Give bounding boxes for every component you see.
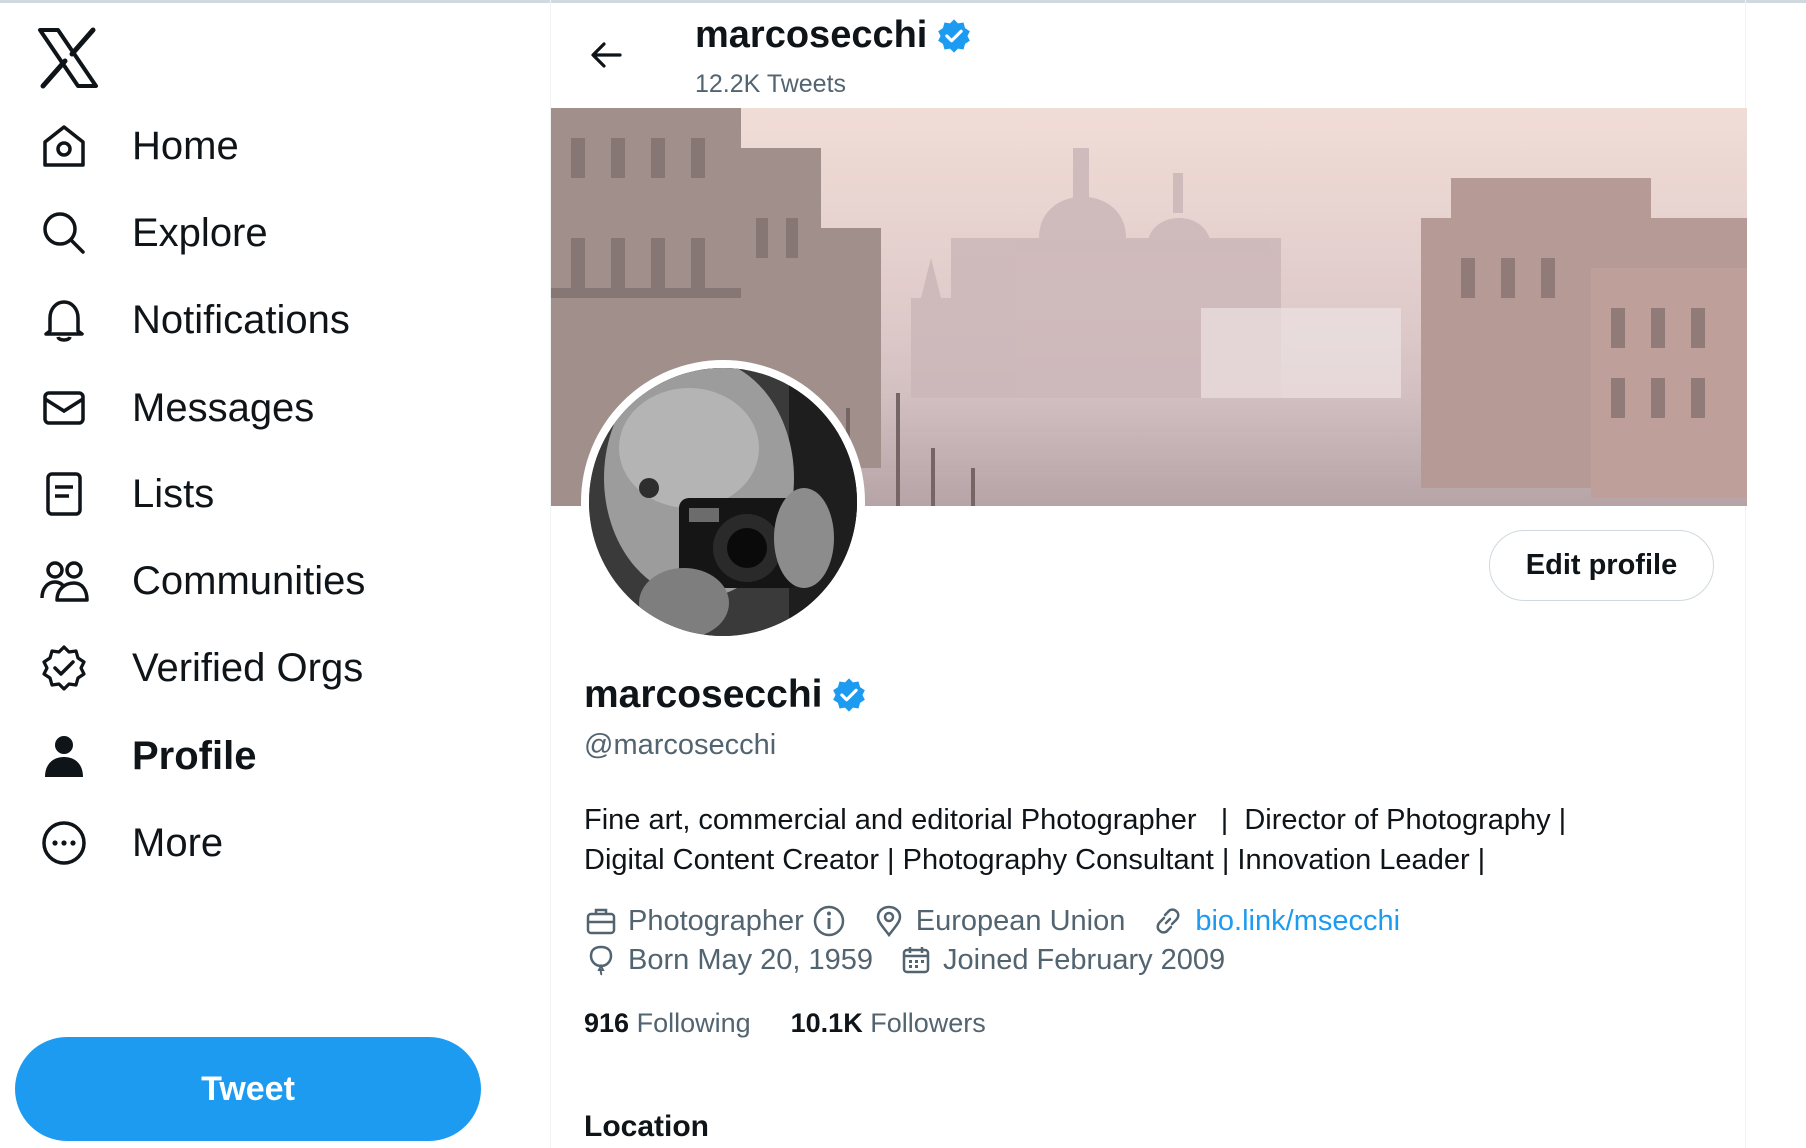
sidebar-item-label: Communities (132, 558, 366, 603)
briefcase-icon (584, 904, 618, 938)
join-date: Joined February 2009 (899, 943, 1225, 977)
x-logo-icon[interactable] (36, 26, 100, 90)
website-link[interactable]: bio.link/msecchi (1195, 905, 1400, 938)
verified-check-icon (935, 17, 973, 55)
info-icon[interactable] (812, 904, 846, 938)
balloon-icon (584, 943, 618, 977)
bio-line: Digital Content Creator | Photography Co… (584, 844, 1486, 876)
profession: Photographer (584, 904, 846, 938)
sidebar: Home Explore Notifications Messages List… (0, 0, 550, 1148)
sidebar-item-label: Explore (132, 210, 268, 255)
sidebar-item-verified-orgs[interactable]: Verified Orgs (38, 633, 363, 703)
bell-icon (38, 294, 90, 346)
profile-name: marcosecchi (584, 673, 868, 717)
search-icon (38, 207, 90, 259)
profile-meta-row: Photographer European Union bio.link/mse… (584, 904, 1426, 938)
communities-icon (38, 555, 90, 607)
following-label: Following (636, 1008, 751, 1038)
profile-header: marcosecchi 12.2K Tweets (551, 0, 1747, 108)
sidebar-item-label: Profile (132, 733, 257, 778)
followers-count: 10.1K (790, 1008, 863, 1038)
calendar-icon (899, 943, 933, 977)
born-text: Born May 20, 1959 (628, 943, 874, 976)
sidebar-item-explore[interactable]: Explore (38, 198, 268, 268)
avatar[interactable] (581, 360, 865, 644)
sidebar-item-label: Notifications (132, 297, 350, 342)
sidebar-item-profile[interactable]: Profile (38, 721, 256, 791)
website[interactable]: bio.link/msecchi (1151, 904, 1400, 938)
link-icon (1151, 904, 1185, 938)
profile-main-column: marcosecchi 12.2K Tweets Edit profile ma… (550, 0, 1747, 1148)
bio-line: Fine art, commercial and editorial Photo… (584, 804, 1567, 836)
tweet-button[interactable]: Tweet (15, 1037, 481, 1141)
display-name: marcosecchi (584, 673, 823, 716)
sidebar-item-communities[interactable]: Communities (38, 546, 365, 616)
followers-link[interactable]: 10.1K Followers (791, 1008, 986, 1039)
profile-handle: @marcosecchi (584, 729, 777, 761)
follow-stats: 916 Following 10.1K Followers (584, 1008, 1026, 1039)
following-link[interactable]: 916 Following (584, 1008, 751, 1039)
home-icon (38, 120, 90, 172)
person-icon (38, 730, 90, 782)
sidebar-item-lists[interactable]: Lists (38, 459, 214, 529)
edit-profile-button[interactable]: Edit profile (1489, 530, 1714, 601)
sidebar-item-label: More (132, 820, 224, 865)
location-section-title: Location (584, 1110, 709, 1143)
sidebar-item-label: Verified Orgs (132, 645, 364, 690)
sidebar-item-label: Messages (132, 385, 315, 430)
followers-label: Followers (870, 1008, 986, 1038)
sidebar-item-messages[interactable]: Messages (38, 373, 314, 443)
profession-text: Photographer (628, 904, 804, 937)
profile-meta-row: Born May 20, 1959 Joined February 2009 (584, 943, 1251, 977)
sidebar-item-home[interactable]: Home (38, 111, 239, 181)
birthday: Born May 20, 1959 (584, 943, 873, 977)
sidebar-item-notifications[interactable]: Notifications (38, 285, 350, 355)
profile-bio: Fine art, commercial and editorial Photo… (584, 800, 1714, 880)
header-title: marcosecchi (695, 14, 973, 57)
sidebar-item-label: Home (132, 123, 239, 168)
joined-text: Joined February 2009 (943, 943, 1226, 976)
sidebar-item-label: Lists (132, 471, 215, 516)
tweet-count: 12.2K Tweets (695, 70, 847, 98)
header-name: marcosecchi (695, 14, 928, 56)
verified-check-icon[interactable] (830, 676, 868, 714)
location-pin-icon (872, 904, 906, 938)
more-circle-icon (38, 817, 90, 869)
envelope-icon (38, 382, 90, 434)
verified-badge-icon (38, 642, 90, 694)
sidebar-item-more[interactable]: More (38, 808, 223, 878)
following-count: 916 (584, 1008, 630, 1038)
location-text: European Union (915, 904, 1126, 937)
location: European Union (872, 904, 1126, 938)
back-arrow-icon[interactable] (581, 30, 631, 80)
list-icon (38, 468, 90, 520)
